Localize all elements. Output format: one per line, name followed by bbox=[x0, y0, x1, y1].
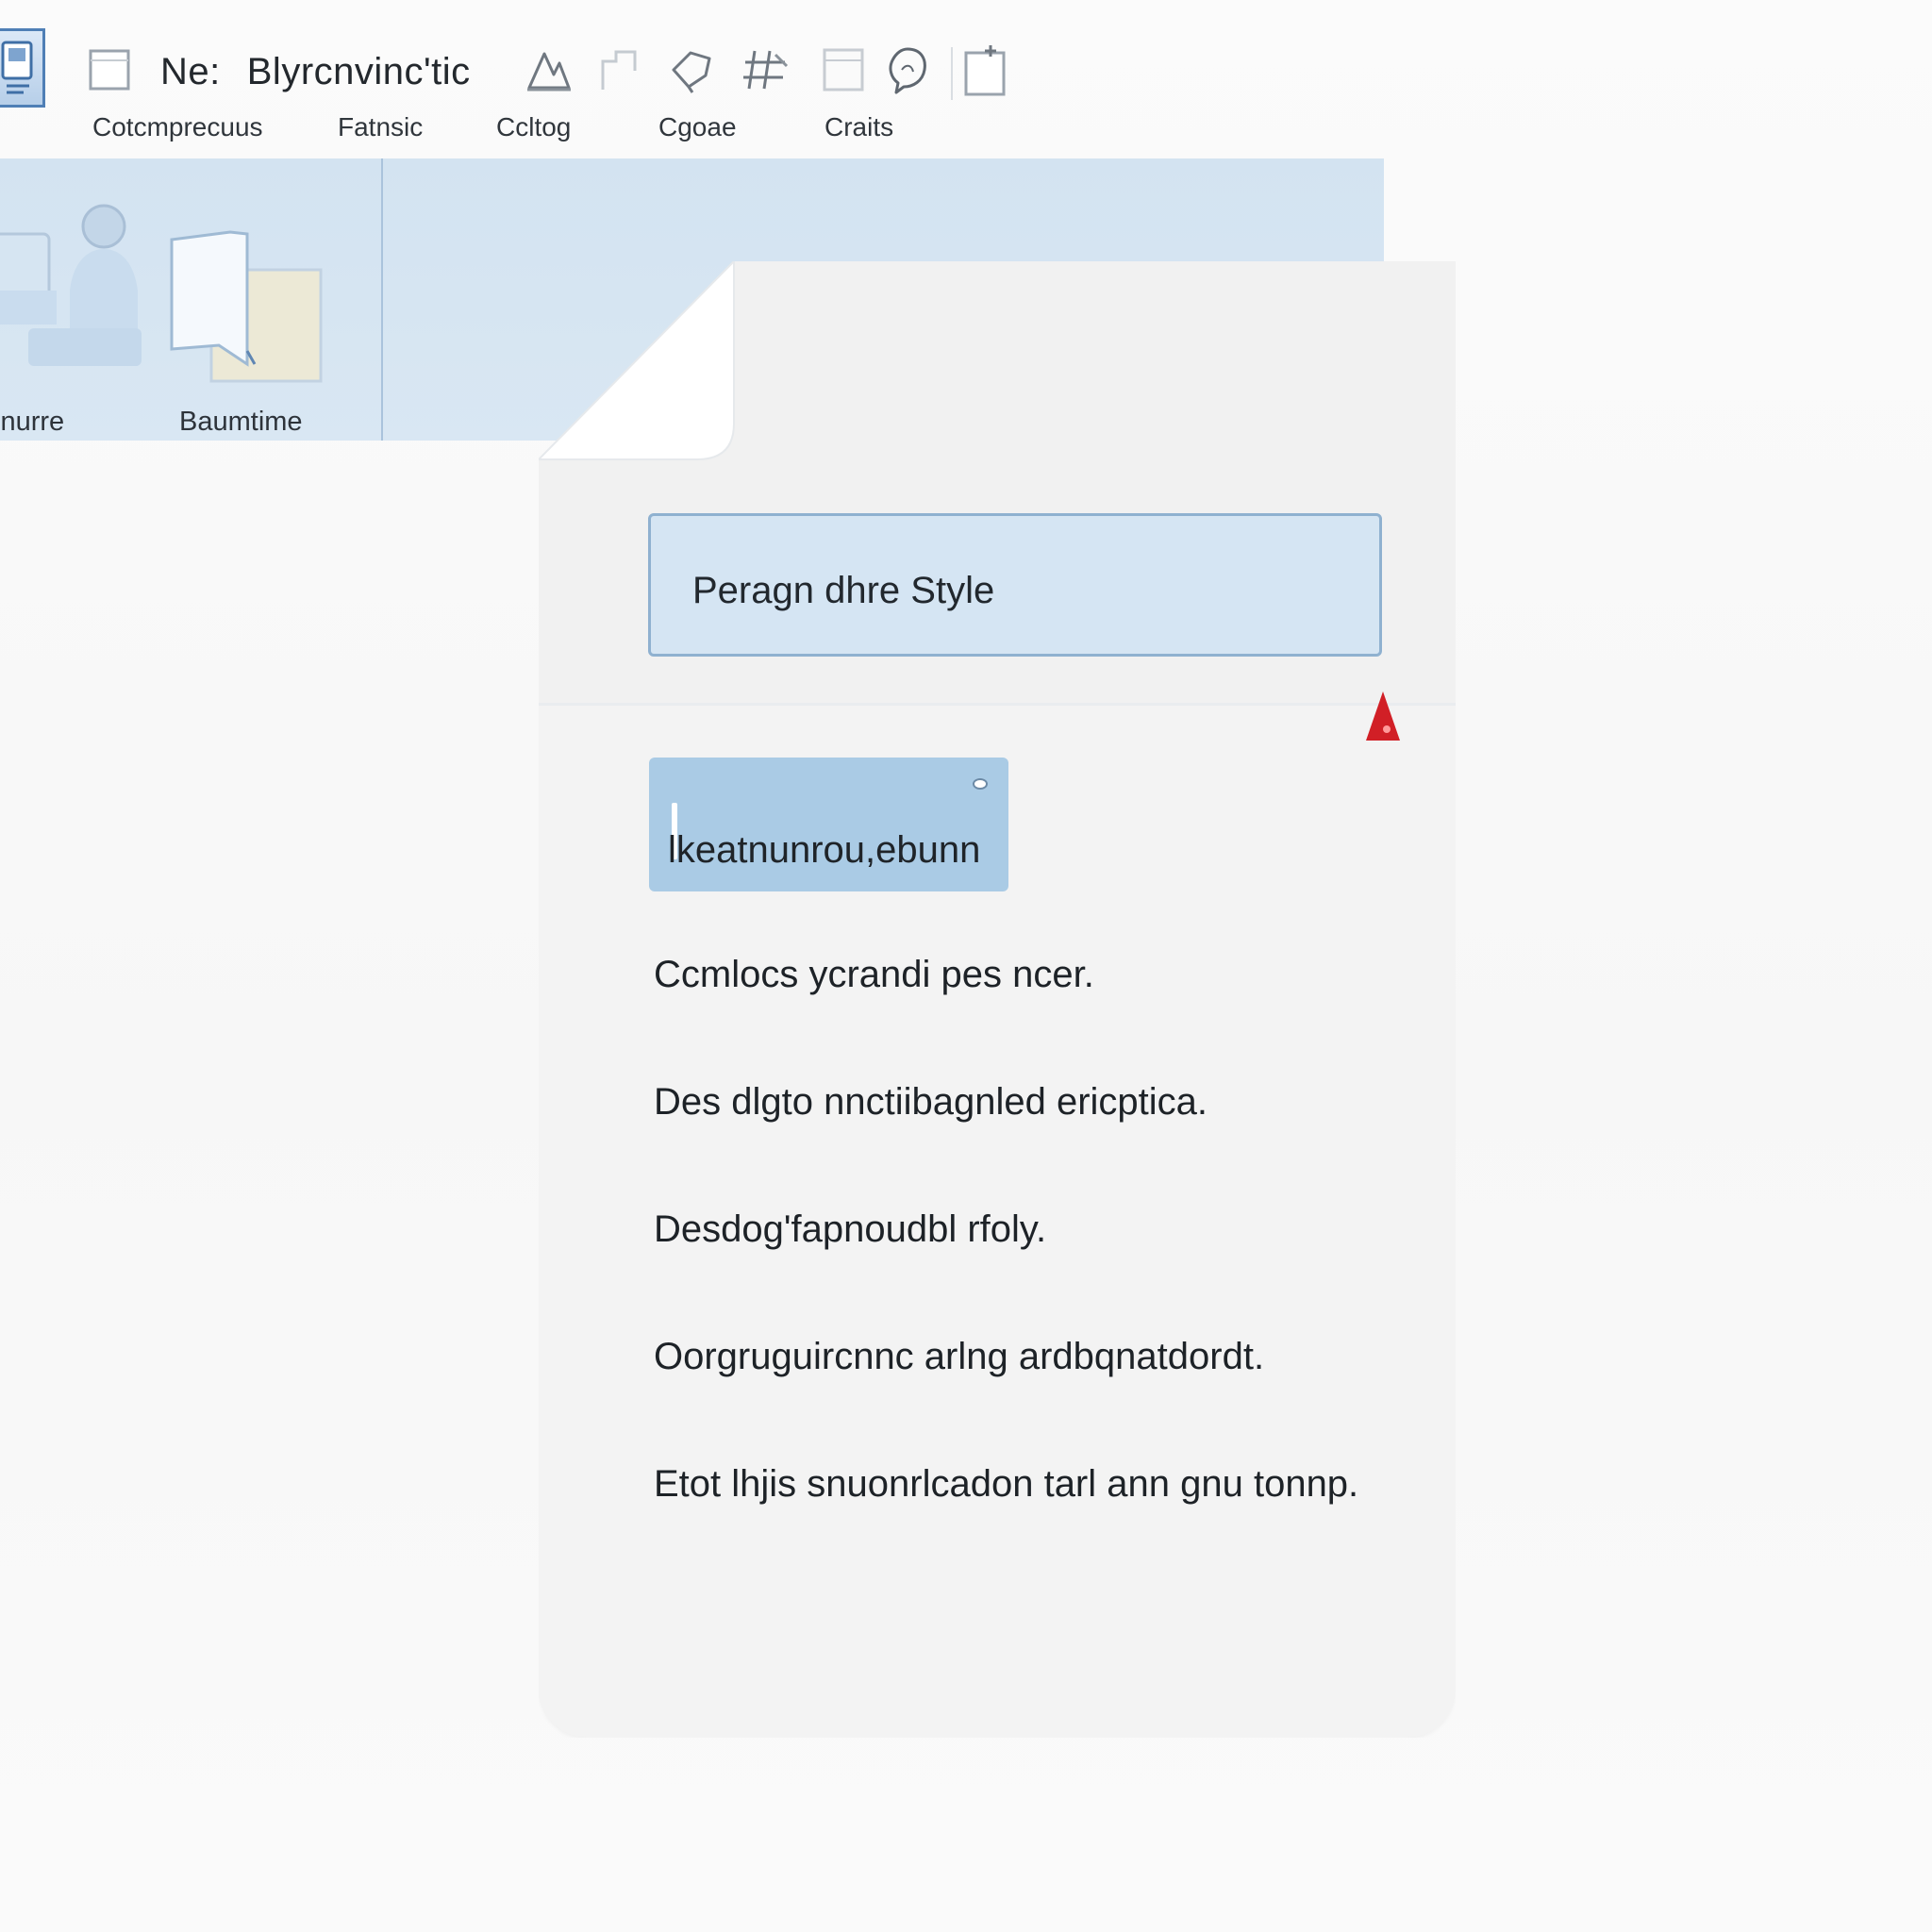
lasso-icon[interactable] bbox=[668, 45, 717, 94]
paragraph-4[interactable]: Oorgruguircnnc arlng ardbqnatdordt. bbox=[654, 1335, 1264, 1378]
paragraph-5[interactable]: Etot lhjis snuonrlcadon tarl ann gnu ton… bbox=[654, 1462, 1358, 1506]
page-fold-corner bbox=[539, 261, 735, 460]
screen: Ne: Blyrcnvinc'tic Cotcmprecuus Fatnsic … bbox=[0, 0, 1932, 1932]
document-card: Peragn dhre Style lkeatnunrou,ebunn Ccml… bbox=[539, 261, 1456, 1738]
new-page-icon[interactable] bbox=[960, 45, 1009, 96]
paragraph-2[interactable]: Des dlgto nnctiibagnled ericptica. bbox=[654, 1080, 1208, 1124]
table-icon[interactable] bbox=[819, 45, 868, 94]
toolbar: Ne: Blyrcnvinc'tic Cotcmprecuus Fatnsic … bbox=[0, 0, 1113, 151]
document-title-text: Blyrcnvinc'tic bbox=[246, 51, 471, 92]
paragraph-3[interactable]: Desdog'fapnoudbl rfoly. bbox=[654, 1208, 1046, 1251]
hashtag-icon[interactable] bbox=[741, 45, 791, 94]
drawing-tool-icon[interactable] bbox=[525, 45, 574, 94]
tab-2[interactable]: Fatnsic bbox=[338, 111, 423, 143]
tab-5[interactable]: Craits bbox=[824, 111, 893, 143]
tab-3[interactable]: Ccltog bbox=[496, 111, 571, 143]
document-title: Ne: Blyrcnvinc'tic bbox=[160, 49, 471, 94]
paragraph-style-label: Peragn dhre Style bbox=[692, 570, 995, 611]
page-icon[interactable] bbox=[85, 45, 134, 94]
text-input[interactable]: lkeatnunrou,ebunn bbox=[649, 758, 1008, 891]
text-input-value: lkeatnunrou,ebunn bbox=[668, 829, 981, 871]
warning-icon[interactable] bbox=[1364, 688, 1402, 744]
app-icon[interactable] bbox=[0, 28, 45, 108]
speech-icon[interactable] bbox=[883, 45, 932, 94]
ribbon-illustration bbox=[0, 177, 340, 394]
toolbar-separator bbox=[951, 47, 953, 100]
clear-input-icon[interactable] bbox=[973, 778, 988, 790]
ribbon-label-1[interactable]: inurre bbox=[0, 406, 64, 438]
tab-1[interactable]: Cotcmprecuus bbox=[92, 111, 263, 143]
paragraph-style-box[interactable]: Peragn dhre Style bbox=[648, 513, 1382, 657]
document-title-prefix: Ne: bbox=[160, 51, 221, 92]
ribbon-divider bbox=[381, 158, 383, 441]
shape-icon[interactable] bbox=[594, 45, 643, 94]
tab-4[interactable]: Cgoae bbox=[658, 111, 737, 143]
paragraph-1[interactable]: Ccmlocs ycrandi pes ncer. bbox=[654, 953, 1094, 996]
ribbon-label-2[interactable]: Baumtime bbox=[179, 406, 303, 438]
